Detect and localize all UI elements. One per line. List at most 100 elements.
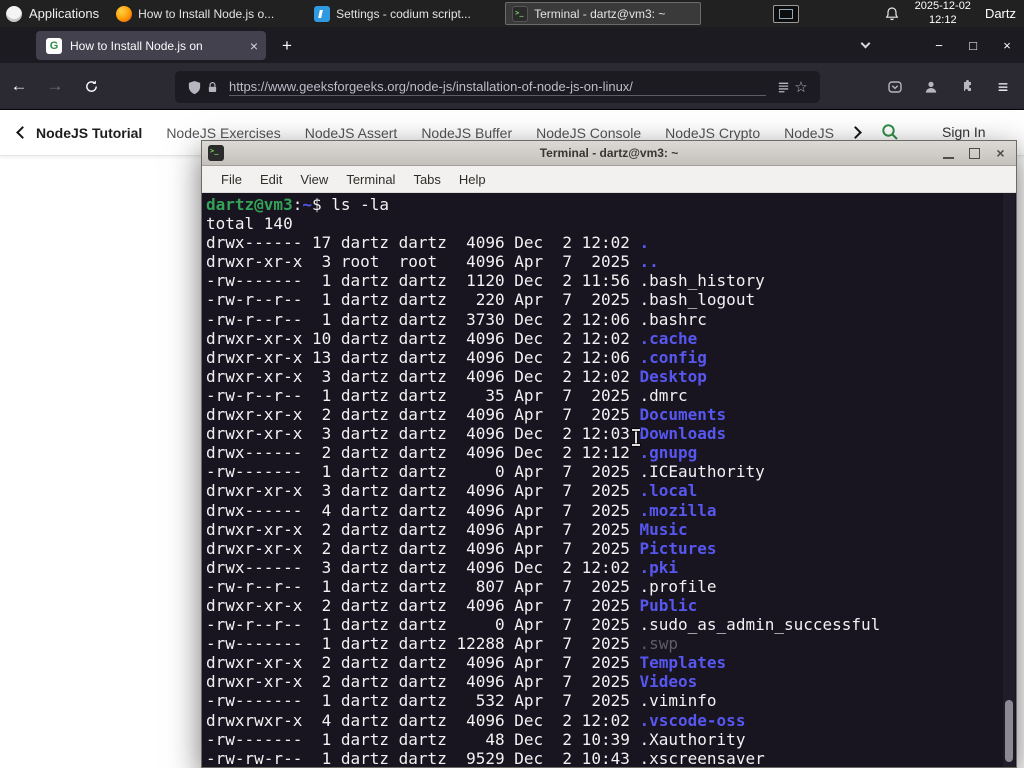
terminal-line: drwxr-xr-x 3 dartz dartz 4096 Apr 7 2025… (206, 481, 1016, 500)
terminal-scrollbar[interactable] (1003, 193, 1015, 767)
browser-tab-bar: G How to Install Node.js on × + − □ × (0, 27, 1024, 63)
browser-close-button[interactable]: × (990, 27, 1024, 63)
terminal-menu-item[interactable]: Edit (251, 172, 291, 187)
terminal-menu-item[interactable]: Tabs (404, 172, 449, 187)
line-columns: drwxr-xr-x 13 dartz dartz 4096 Dec 2 12:… (206, 347, 640, 367)
terminal-titlebar[interactable]: Terminal - dartz@vm3: ~ × (202, 141, 1016, 166)
file-name: .Xauthority (639, 729, 746, 749)
notification-bell-icon[interactable] (883, 5, 901, 23)
file-name: .local (639, 481, 698, 501)
reload-button[interactable] (74, 70, 108, 102)
file-name: .config (639, 347, 707, 367)
applications-menu[interactable]: Applications (0, 0, 109, 27)
file-name: .cache (639, 328, 698, 348)
panel-window-button[interactable]: Terminal - dartz@vm3: ~ (505, 2, 702, 25)
chevron-down-icon (860, 38, 870, 49)
terminal-line: -rw-r--r-- 1 dartz dartz 220 Apr 7 2025 … (206, 290, 1016, 309)
line-columns: -rw-r--r-- 1 dartz dartz 3730 Dec 2 12:0… (206, 309, 640, 329)
terminal-line: -rw-r--r-- 1 dartz dartz 0 Apr 7 2025 .s… (206, 615, 1016, 634)
window-app-icon (314, 5, 331, 22)
line-columns: drwxr-xr-x 3 dartz dartz 4096 Apr 7 2025 (206, 481, 640, 501)
display-tray-icon[interactable] (772, 4, 799, 23)
browser-tab[interactable]: G How to Install Node.js on × (36, 31, 266, 60)
subnav-item[interactable]: NodeJS Tutorial (36, 125, 142, 141)
panel-window-button[interactable]: Settings - codium script... (307, 2, 503, 25)
subnav-item[interactable]: NodeJS Crypto (665, 125, 760, 141)
line-columns: drwxr-xr-x 3 root root 4096 Apr 7 2025 (206, 252, 640, 272)
line-columns: -rw------- 1 dartz dartz 48 Dec 2 10:39 (206, 729, 640, 749)
scrollbar-thumb[interactable] (1005, 700, 1013, 762)
tab-close-icon[interactable]: × (244, 38, 258, 54)
subnav-item[interactable]: NodeJS DNS (784, 125, 836, 141)
desktop: Applications How to Install Node.js o...… (0, 0, 1024, 768)
line-columns: drwxr-xr-x 2 dartz dartz 4096 Apr 7 2025 (206, 519, 640, 539)
file-name: . (639, 233, 650, 253)
browser-minimize-button[interactable]: − (922, 27, 956, 63)
total-line: total 140 (206, 214, 293, 234)
terminal-line: -rw------- 1 dartz dartz 48 Dec 2 10:39 … (206, 730, 1016, 749)
terminal-menu-item[interactable]: File (212, 172, 251, 187)
subnav-item[interactable]: NodeJS Console (536, 125, 641, 141)
file-name: .gnupg (639, 443, 698, 463)
line-columns: -rw-r--r-- 1 dartz dartz 35 Apr 7 2025 (206, 385, 640, 405)
terminal-line: -rw------- 1 dartz dartz 0 Apr 7 2025 .I… (206, 462, 1016, 481)
file-name: .xscreensaver (639, 748, 765, 767)
terminal-menu-item[interactable]: View (291, 172, 337, 187)
file-name: Music (639, 519, 688, 539)
line-columns: drwxr-xr-x 2 dartz dartz 4096 Apr 7 2025 (206, 653, 640, 673)
distro-logo-icon (6, 5, 22, 22)
tab-favicon: G (46, 37, 62, 54)
window-title: Settings - codium script... (336, 6, 471, 21)
clock[interactable]: 2025-12-02 12:12 (915, 0, 971, 26)
window-title: Terminal - dartz@vm3: ~ (534, 6, 666, 21)
reader-view-icon[interactable] (774, 78, 792, 96)
window-app-icon (512, 5, 529, 22)
line-columns: drwx------ 17 dartz dartz 4096 Dec 2 12:… (206, 233, 640, 253)
file-name: .. (639, 252, 659, 272)
file-name: .vscode-oss (639, 710, 746, 730)
lock-icon[interactable] (203, 78, 221, 96)
tracking-shield-icon[interactable] (185, 78, 203, 96)
clock-date: 2025-12-02 (914, 0, 971, 13)
toolbar-right-icons: ≡ (876, 70, 1020, 104)
file-name: .sudo_as_admin_successful (639, 615, 881, 635)
browser-toolbar: ← → https://www.geeksforgeeks.org/node-j… (0, 63, 1024, 110)
new-tab-button[interactable]: + (274, 33, 300, 59)
account-icon[interactable] (914, 70, 948, 104)
panel-window-button[interactable]: How to Install Node.js o... (109, 2, 305, 25)
terminal-menu-item[interactable]: Terminal (337, 172, 404, 187)
subnav-item[interactable]: NodeJS Exercises (166, 125, 280, 141)
nav-scroll-left-icon[interactable] (16, 126, 29, 139)
file-name: .bash_logout (639, 290, 756, 310)
prompt-dollar: $ (311, 195, 322, 214)
terminal-output[interactable]: dartz@vm3:~$ ls -la total 140 drwx------… (202, 193, 1016, 767)
prompt-user-host: dartz@vm3 (206, 195, 293, 214)
menu-glyph: ≡ (997, 76, 1009, 97)
terminal-minimize-button[interactable] (939, 144, 958, 163)
star-glyph: ☆ (794, 79, 808, 96)
subnav-item[interactable]: NodeJS Assert (305, 125, 398, 141)
terminal-line: -rw-r--r-- 1 dartz dartz 807 Apr 7 2025 … (206, 577, 1016, 596)
hamburger-menu-icon[interactable]: ≡ (986, 70, 1020, 104)
file-name: Downloads (639, 424, 727, 444)
line-columns: -rw------- 1 dartz dartz 12288 Apr 7 202… (206, 634, 640, 654)
terminal-line: drwxr-xr-x 2 dartz dartz 4096 Apr 7 2025… (206, 520, 1016, 539)
bookmark-star-icon[interactable]: ☆ (792, 78, 810, 96)
terminal-close-button[interactable]: × (991, 144, 1010, 163)
list-tabs-button[interactable] (850, 27, 880, 63)
terminal-menu-item[interactable]: Help (450, 172, 495, 187)
terminal-line: -rw-r--r-- 1 dartz dartz 3730 Dec 2 12:0… (206, 310, 1016, 329)
pocket-icon[interactable] (878, 70, 912, 104)
sign-in-button[interactable]: Sign In (942, 124, 986, 140)
extensions-puzzle-icon[interactable] (950, 70, 984, 104)
subnav-item[interactable]: NodeJS Buffer (421, 125, 512, 141)
terminal-maximize-button[interactable] (965, 144, 984, 163)
url-bar[interactable]: https://www.geeksforgeeks.org/node-js/in… (175, 71, 820, 103)
nav-scroll-right-icon[interactable] (849, 126, 862, 139)
line-columns: drwxr-xr-x 2 dartz dartz 4096 Apr 7 2025 (206, 405, 640, 425)
window-title: How to Install Node.js o... (138, 6, 275, 21)
browser-maximize-button[interactable]: □ (956, 27, 990, 63)
search-icon[interactable] (880, 122, 900, 142)
forward-button[interactable]: → (38, 70, 72, 102)
back-button[interactable]: ← (2, 70, 36, 102)
